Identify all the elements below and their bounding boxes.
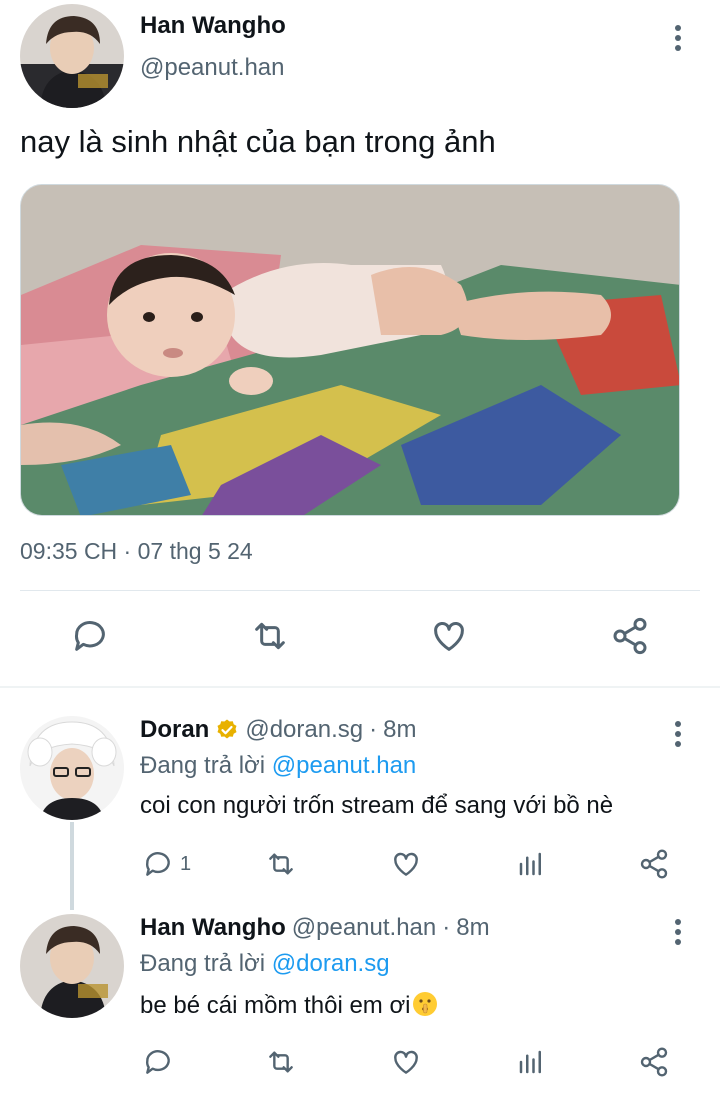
replying-to-link[interactable]: @peanut.han <box>272 752 416 779</box>
tweet-timestamp: 09:35 CH · 07 thg 5 24 <box>20 538 253 564</box>
author-avatar[interactable] <box>20 4 124 108</box>
separator-dot: · <box>369 716 378 743</box>
replying-prefix: Đang trả lời <box>140 752 266 779</box>
author-name[interactable]: Han Wangho <box>140 12 286 40</box>
retweet-icon[interactable] <box>264 848 298 880</box>
divider <box>20 590 700 591</box>
reply-author-handle[interactable]: @doran.sg <box>245 716 363 744</box>
reply-author-name[interactable]: Han Wangho <box>140 914 286 942</box>
analytics-icon[interactable] <box>516 848 546 880</box>
reply-icon[interactable] <box>70 616 110 656</box>
section-divider <box>0 686 720 688</box>
author-handle[interactable]: @peanut.han <box>140 54 284 82</box>
like-icon[interactable] <box>428 616 470 656</box>
reply-count: 1 <box>180 852 192 875</box>
reply-text: coi con người trốn stream để sang với bồ… <box>140 792 614 819</box>
separator-dot: · <box>442 914 451 941</box>
reply-author-handle[interactable]: @peanut.han <box>292 914 436 942</box>
replying-to-link[interactable]: @doran.sg <box>272 950 390 977</box>
analytics-icon[interactable] <box>516 1046 546 1078</box>
reply-icon[interactable]: 1 <box>142 848 191 880</box>
replying-prefix: Đang trả lời <box>140 950 266 977</box>
replying-to: Đang trả lời @peanut.han <box>140 752 416 780</box>
share-icon[interactable] <box>608 616 652 656</box>
replying-to: Đang trả lời @doran.sg <box>140 950 390 978</box>
more-options-icon[interactable] <box>666 716 690 752</box>
reply-icon[interactable] <box>142 1046 180 1078</box>
tweet-photo[interactable] <box>20 184 680 516</box>
reply-author-name[interactable]: Doran <box>140 716 209 744</box>
retweet-icon[interactable] <box>248 616 292 656</box>
shushing-face-icon <box>412 992 437 1016</box>
reply-time: 8m <box>383 716 417 743</box>
reply-text-content: be bé cái mồm thôi em ơi <box>140 992 411 1019</box>
like-icon[interactable] <box>390 1046 422 1078</box>
tweet-text: nay là sinh nhật của bạn trong ảnh <box>20 124 496 159</box>
reply-header: Han Wangho @peanut.han · 8m <box>140 914 490 942</box>
more-options-icon[interactable] <box>666 914 690 950</box>
share-icon[interactable] <box>638 1046 670 1078</box>
retweet-icon[interactable] <box>264 1046 298 1078</box>
share-icon[interactable] <box>638 848 670 880</box>
reply-time: 8m <box>456 914 490 941</box>
reply-text: be bé cái mồm thôi em ơi <box>140 990 439 1020</box>
like-icon[interactable] <box>390 848 422 880</box>
thread-line <box>70 822 74 910</box>
reply-header: Doran @doran.sg · 8m <box>140 716 416 744</box>
reply-avatar[interactable] <box>20 914 124 1018</box>
more-options-icon[interactable] <box>666 20 690 56</box>
reply-avatar[interactable] <box>20 716 124 820</box>
verified-badge-icon <box>217 719 237 739</box>
